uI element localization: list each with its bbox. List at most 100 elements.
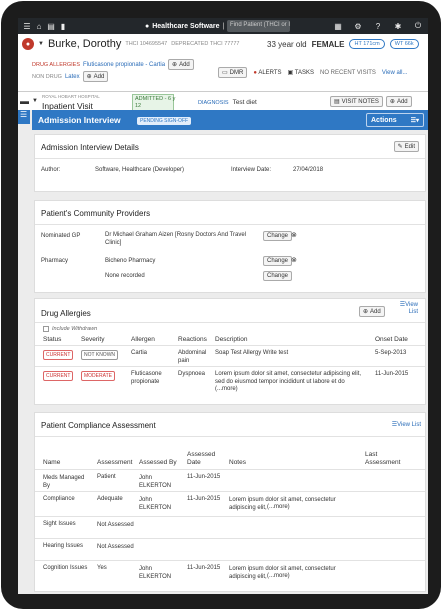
change-other-button[interactable]: Change xyxy=(263,271,293,281)
add-non-drug-button[interactable]: ⊕ Add xyxy=(82,71,109,82)
add-allergy-button[interactable]: ⊕ Add xyxy=(168,59,194,70)
pharmacy-value: Bicheno Pharmacy xyxy=(105,258,156,264)
grid-icon[interactable]: ▦ xyxy=(328,18,348,34)
status-badge: PENDING SIGN-OFF xyxy=(137,117,192,125)
menu-icon[interactable]: ☰ xyxy=(21,18,33,34)
row-assessed-date: 11-Jun-2015 xyxy=(187,474,221,480)
col-onset: Onset Date xyxy=(375,336,408,343)
screen: ☰ ⌂ ▤ ▮ ● Healthcare Software | Find Pat… xyxy=(18,18,428,594)
drug-allergies-card: Drug Allergies ⊕ Add ☰View List Include W… xyxy=(34,298,426,405)
severity-badge: MODERATE xyxy=(81,371,115,381)
weight-badge: WT 66k xyxy=(389,39,419,49)
view-all-link[interactable]: View all... xyxy=(382,70,408,76)
row-assessment[interactable]: Patient xyxy=(97,474,116,480)
row-assessed-by: John ELKERTON xyxy=(139,566,172,580)
sidebar-toggle[interactable]: ☰ xyxy=(18,110,30,124)
row-assessment[interactable]: Yes xyxy=(97,565,107,571)
add-visit-note-button[interactable]: ⊕ Add xyxy=(385,96,412,107)
find-patient-input[interactable]: Find Patient (THCI or I xyxy=(227,20,290,32)
col-status: Status xyxy=(43,336,62,343)
allergen-link[interactable]: Cartia xyxy=(131,350,147,356)
dmr-button[interactable]: ▭ DMR xyxy=(218,67,248,78)
severity-badge: NOT KNOWN xyxy=(81,350,119,360)
add-allergy-button[interactable]: ⊕ Add xyxy=(359,306,385,317)
row-name: Hearing Issues xyxy=(43,543,84,549)
menu-icon: ☰ xyxy=(20,110,28,119)
plus-icon: ⊕ xyxy=(86,74,92,80)
alert-icon: ● xyxy=(253,69,257,76)
tasks-icon: ▣ xyxy=(287,70,294,76)
thci: THCI 104695547 xyxy=(125,41,168,47)
list-icon[interactable]: ▤ xyxy=(45,18,57,34)
logout-icon[interactable]: ⏻ xyxy=(408,18,428,34)
onset-date: 5-Sep-2013 xyxy=(375,350,407,356)
tasks-button[interactable]: ▣ TASKS xyxy=(288,69,314,76)
home-icon[interactable]: ⌂ xyxy=(33,18,45,34)
gp-value: Dr Michael Graham Aizen [Rosny Doctors A… xyxy=(105,232,247,246)
row-assessment: Not Assessed xyxy=(97,544,134,550)
actions-button[interactable]: Actions ☰▾ xyxy=(366,113,424,127)
row-name: Meds Managed By xyxy=(43,475,85,489)
onset-date: 11-Jun-2015 xyxy=(375,371,409,377)
allergen-link[interactable]: Fluticasone propionate xyxy=(131,370,175,386)
change-pharmacy-button[interactable]: Change xyxy=(263,256,293,266)
diagnosis-label: DIAGNOSIS xyxy=(198,99,229,106)
app-title: ● Healthcare Software | xyxy=(145,22,225,30)
remove-gp-icon[interactable]: ⊗ xyxy=(291,231,297,239)
admitted-badge: ADMITTED - 6 y 12 xyxy=(132,94,175,111)
more-link[interactable]: (...more) xyxy=(267,504,290,510)
interview-date-value: 27/04/2018 xyxy=(293,167,324,173)
pharmacy-label: Pharmacy xyxy=(41,258,69,264)
book-icon[interactable]: ▮ xyxy=(57,18,69,34)
page-title: Admission Interview xyxy=(38,115,121,125)
row-assessment: Not Assessed xyxy=(97,522,134,528)
edit-button[interactable]: ✎ Edit xyxy=(393,141,419,152)
compliance-view-list-link[interactable]: ☰View List xyxy=(392,421,421,428)
row-assessed-date: 11-Jun-2015 xyxy=(187,565,221,571)
more-link[interactable]: (...more) xyxy=(267,573,290,579)
chevron-down-icon[interactable]: ▼ xyxy=(38,41,44,47)
document-icon: ▭ xyxy=(222,70,228,76)
allergies-view-list-link[interactable]: ☰View List xyxy=(394,302,418,316)
row-assessment[interactable]: Adequate xyxy=(97,496,123,502)
description: Lorem ipsum dolor sit amet, consectetur … xyxy=(215,371,362,385)
recent-visits: NO RECENT VISITS xyxy=(320,69,376,76)
providers-title: Patient's Community Providers xyxy=(41,209,151,218)
gear-icon[interactable]: ⚙ xyxy=(348,18,368,34)
bed-icon: ▬ xyxy=(20,96,29,106)
non-drug-value[interactable]: Latex xyxy=(65,74,80,80)
author-label: Author: xyxy=(41,167,61,173)
hospital-name: ROYAL HOBART HOSPITAL xyxy=(42,94,100,99)
interview-date-label: Interview Date: xyxy=(231,167,272,173)
author-value: Software, Healthcare (Developer) xyxy=(95,167,185,173)
status-badge: CURRENT xyxy=(43,371,74,381)
col-allergen: Allergen xyxy=(131,336,155,343)
drug-allergies-value[interactable]: Fluticasone propionate - Cartia xyxy=(83,62,165,68)
visit-notes-button[interactable]: ▤ VISIT NOTES xyxy=(330,96,383,107)
col-last-assessment: Last Assessment xyxy=(365,451,401,466)
user-icon: ● xyxy=(145,22,150,30)
top-bar: ☰ ⌂ ▤ ▮ ● Healthcare Software | Find Pat… xyxy=(18,18,428,34)
settings-icon[interactable]: ✱ xyxy=(388,18,408,34)
patient-banner: ● ▼ Burke, Dorothy THCI 104695547 DEPREC… xyxy=(18,34,428,92)
deprecated-thci: DEPRECATED THCI 77777 xyxy=(171,41,240,47)
reaction: Abdominal pain xyxy=(178,350,207,364)
chevron-down-icon[interactable]: ▼ xyxy=(32,98,38,104)
help-icon[interactable]: ? xyxy=(368,18,388,34)
details-title: Admission Interview Details xyxy=(41,143,139,152)
description: Soap Test Allergy Write test xyxy=(215,350,289,356)
col-name: Name xyxy=(43,459,61,466)
row-name: Compliance xyxy=(43,496,75,502)
include-withdrawn-checkbox[interactable] xyxy=(43,326,49,332)
age: 33 year old xyxy=(267,39,307,49)
remove-pharmacy-icon[interactable]: ⊗ xyxy=(291,256,297,264)
main-content: ☰ Admission Interview PENDING SIGN-OFF A… xyxy=(18,110,428,594)
col-assessment: Assessment xyxy=(97,459,133,466)
more-link[interactable]: (...more) xyxy=(215,386,238,392)
col-assessed-date: Assessed Date xyxy=(187,451,216,466)
alerts-button[interactable]: ● ALERTS xyxy=(253,70,281,76)
plus-icon: ⊕ xyxy=(363,309,369,315)
avatar: ● xyxy=(22,38,34,50)
change-gp-button[interactable]: Change xyxy=(263,231,293,241)
edit-icon: ✎ xyxy=(397,144,403,150)
